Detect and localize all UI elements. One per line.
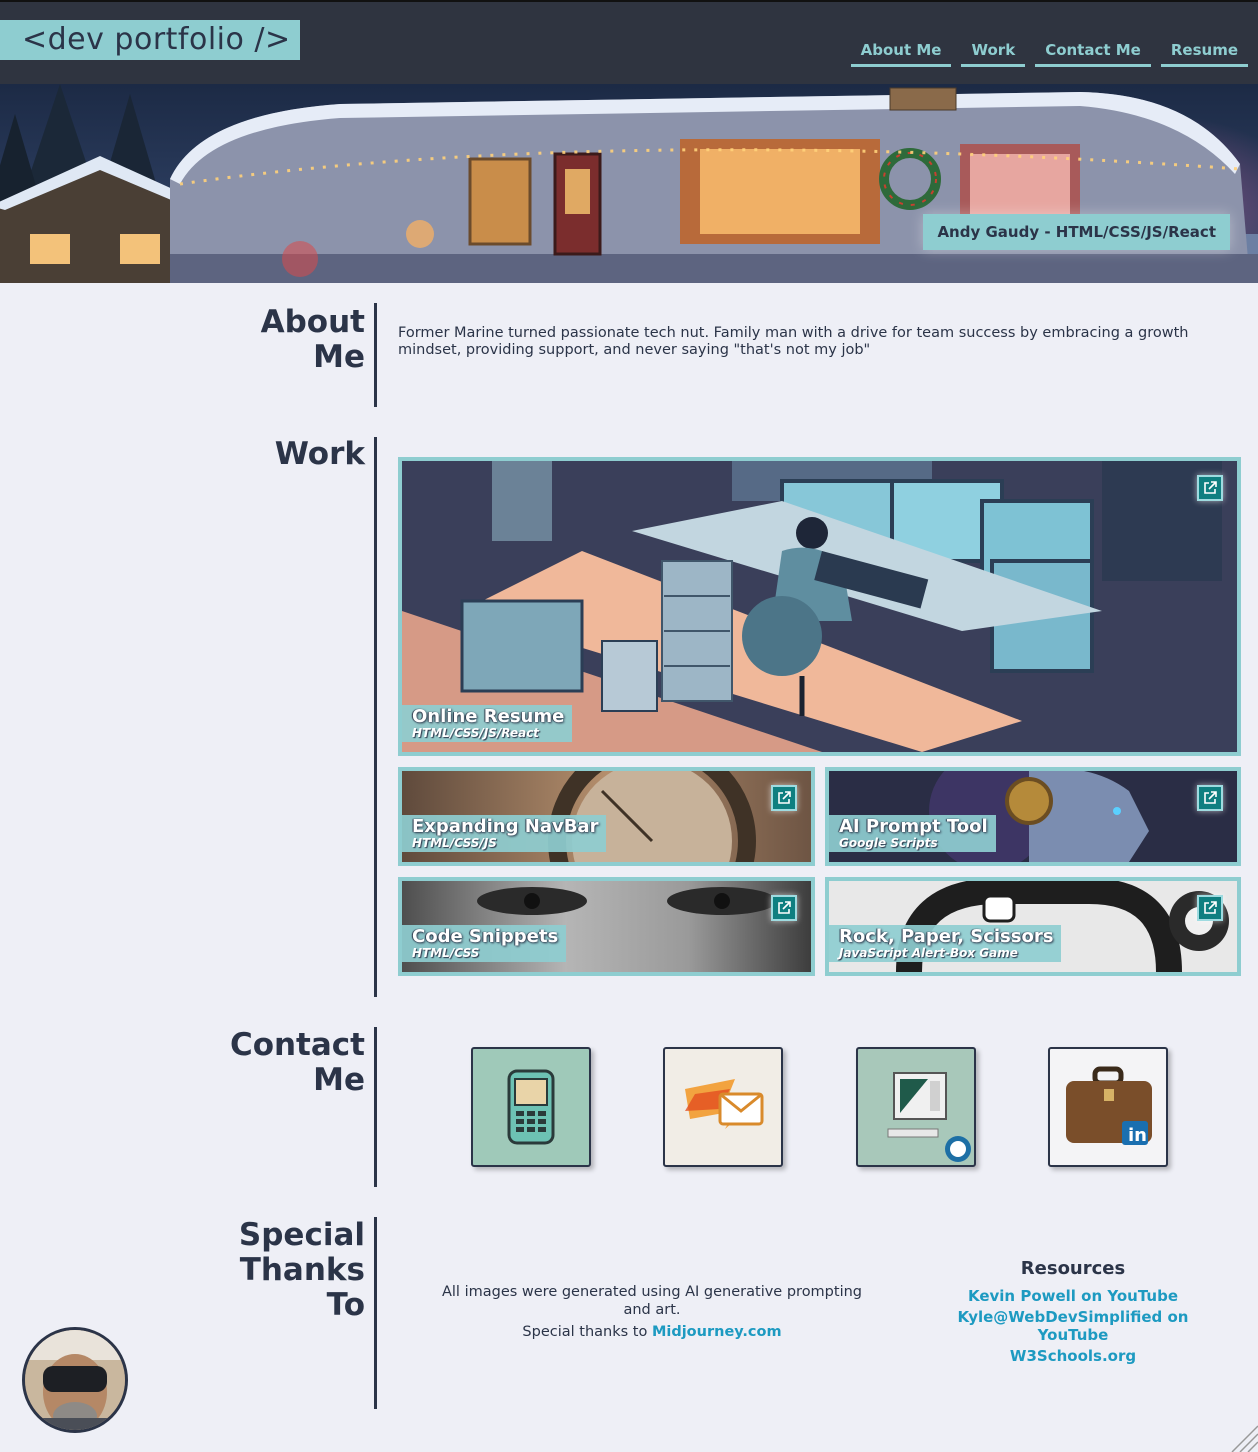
external-link-icon[interactable] xyxy=(1197,895,1223,921)
resource-link-kevin-powell[interactable]: Kevin Powell on YouTube xyxy=(950,1287,1196,1305)
project-title: AI Prompt Tool xyxy=(839,816,988,837)
about-divider xyxy=(374,303,377,407)
phone-icon xyxy=(507,1069,555,1145)
nav-resume[interactable]: Resume xyxy=(1160,39,1248,67)
nav-contact-me[interactable]: Contact Me xyxy=(1035,39,1151,67)
thanks-heading-line3: To xyxy=(326,1287,365,1323)
project-label: AI Prompt Tool Google Scripts xyxy=(829,815,996,852)
avatar-photo xyxy=(25,1330,125,1430)
external-link-icon[interactable] xyxy=(771,785,797,811)
resources-panel: Resources Kevin Powell on YouTube Kyle@W… xyxy=(950,1258,1196,1368)
project-card-online-resume[interactable]: Online Resume HTML/CSS/JS/React xyxy=(398,457,1241,756)
project-label: Online Resume HTML/CSS/JS/React xyxy=(402,705,573,742)
avatar[interactable] xyxy=(22,1327,128,1433)
thanks-text-block: All images were generated using AI gener… xyxy=(428,1283,876,1341)
project-title: Online Resume xyxy=(412,706,565,727)
project-subtitle: HTML/CSS/JS/React xyxy=(412,726,540,740)
site-header: <dev portfolio /> About Me Work Contact … xyxy=(0,0,1258,84)
site-logo[interactable]: <dev portfolio /> xyxy=(0,20,300,60)
about-heading-line2: Me xyxy=(313,339,365,375)
hero-name-badge: Andy Gaudy - HTML/CSS/JS/React xyxy=(923,214,1230,250)
resize-handle-icon[interactable] xyxy=(1224,1418,1258,1452)
project-subtitle: HTML/CSS/JS xyxy=(412,836,497,850)
project-title: Expanding NavBar xyxy=(412,816,599,837)
linkedin-contact-button[interactable]: in xyxy=(1048,1047,1168,1167)
project-label: Rock, Paper, Scissors JavaScript Alert-B… xyxy=(829,925,1062,962)
thanks-special-line: Special thanks to Midjourney.com xyxy=(428,1323,876,1341)
resources-heading: Resources xyxy=(1020,1258,1126,1279)
github-computer-icon xyxy=(887,1072,971,1162)
project-card-code-snippets[interactable]: Code Snippets HTML/CSS xyxy=(398,877,815,976)
contact-heading: Contact Me xyxy=(230,1028,365,1098)
external-link-icon[interactable] xyxy=(771,895,797,921)
thanks-special-prefix: Special thanks to xyxy=(522,1324,652,1340)
thanks-heading: Special Thanks To xyxy=(239,1218,365,1323)
thanks-text: All images were generated using AI gener… xyxy=(441,1284,862,1318)
svg-text:in: in xyxy=(1128,1125,1147,1146)
project-card-ai-prompt-tool[interactable]: AI Prompt Tool Google Scripts xyxy=(825,767,1241,866)
project-subtitle: Google Scripts xyxy=(839,836,938,850)
project-subtitle: HTML/CSS xyxy=(412,946,480,960)
midjourney-link[interactable]: Midjourney.com xyxy=(652,1324,782,1340)
project-label: Code Snippets HTML/CSS xyxy=(402,925,567,962)
project-card-rock-paper-scissors[interactable]: Rock, Paper, Scissors JavaScript Alert-B… xyxy=(825,877,1241,976)
about-heading-line1: About xyxy=(260,304,365,340)
phone-contact-button[interactable] xyxy=(471,1047,591,1167)
resource-link-w3schools[interactable]: W3Schools.org xyxy=(950,1347,1196,1365)
work-heading: Work xyxy=(274,436,365,472)
project-subtitle: JavaScript Alert-Box Game xyxy=(839,946,1018,960)
thanks-heading-line1: Special xyxy=(238,1217,365,1253)
thanks-heading-line2: Thanks xyxy=(239,1252,365,1288)
work-divider xyxy=(374,437,377,997)
about-text: Former Marine turned passionate tech nut… xyxy=(398,325,1189,358)
contact-divider xyxy=(374,1027,377,1187)
contact-heading-line2: Me xyxy=(313,1062,365,1098)
github-contact-button[interactable] xyxy=(856,1047,976,1167)
thanks-divider xyxy=(374,1217,377,1409)
external-link-icon[interactable] xyxy=(1197,475,1223,501)
project-card-expanding-navbar[interactable]: Expanding NavBar HTML/CSS/JS xyxy=(398,767,815,866)
linkedin-briefcase-icon: in xyxy=(1066,1066,1152,1146)
resource-link-webdevsimplified[interactable]: Kyle@WebDevSimplified on YouTube xyxy=(950,1308,1196,1344)
project-title: Rock, Paper, Scissors xyxy=(839,926,1054,947)
email-icon xyxy=(685,1079,764,1129)
hero-image xyxy=(0,84,1258,283)
main-nav: About Me Work Contact Me Resume xyxy=(850,39,1248,67)
hero-banner xyxy=(0,84,1258,283)
email-contact-button[interactable] xyxy=(663,1047,783,1167)
project-label: Expanding NavBar HTML/CSS/JS xyxy=(402,815,607,852)
contact-heading-line1: Contact xyxy=(229,1027,365,1063)
external-link-icon[interactable] xyxy=(1197,785,1223,811)
about-heading: About Me xyxy=(261,305,365,375)
project-title: Code Snippets xyxy=(412,926,559,947)
nav-work[interactable]: Work xyxy=(961,39,1026,67)
nav-about-me[interactable]: About Me xyxy=(850,39,952,67)
